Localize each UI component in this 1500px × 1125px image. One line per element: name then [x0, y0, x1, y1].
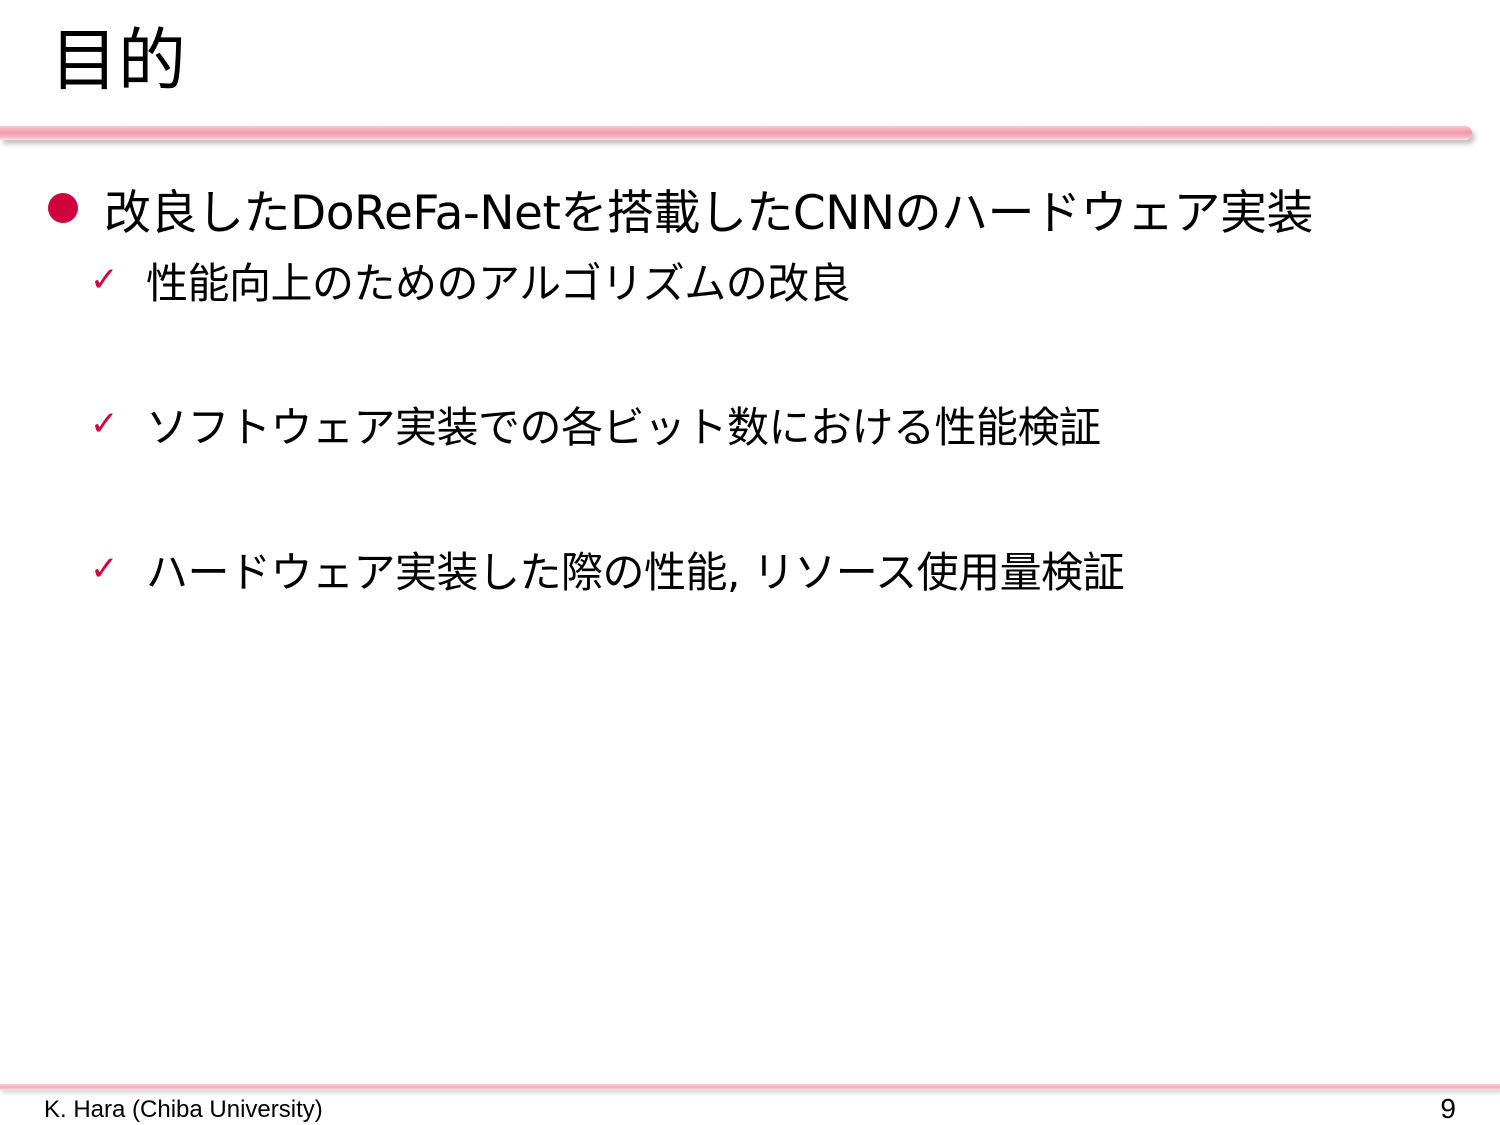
footer-author: K. Hara (Chiba University)	[44, 1096, 323, 1123]
sub-bullet-1: ✓ 性能向上のためのアルゴリズムの改良	[90, 252, 851, 308]
check-icon: ✓	[90, 404, 119, 444]
check-icon: ✓	[90, 260, 119, 300]
footer-divider	[0, 1084, 1500, 1090]
check-icon: ✓	[90, 549, 119, 589]
sub-bullet-text: ハードウェア実装した際の性能, リソース使用量検証	[146, 547, 1125, 597]
page-number: 9	[1440, 1093, 1456, 1124]
sub-bullet-text: 性能向上のためのアルゴリズムの改良	[146, 258, 851, 308]
slide-title: 目的	[50, 22, 187, 101]
sub-bullet-text: ソフトウェア実装での各ビット数における性能検証	[146, 402, 1101, 452]
title-divider	[0, 126, 1472, 140]
filled-circle-icon	[48, 193, 78, 223]
main-bullet: 改良したDoReFa-Netを搭載したCNNのハードウェア実装	[48, 176, 1314, 241]
sub-bullet-3: ✓ ハードウェア実装した際の性能, リソース使用量検証	[90, 541, 1125, 597]
main-bullet-text: 改良したDoReFa-Netを搭載したCNNのハードウェア実装	[104, 185, 1314, 241]
sub-bullet-2: ✓ ソフトウェア実装での各ビット数における性能検証	[90, 396, 1101, 452]
